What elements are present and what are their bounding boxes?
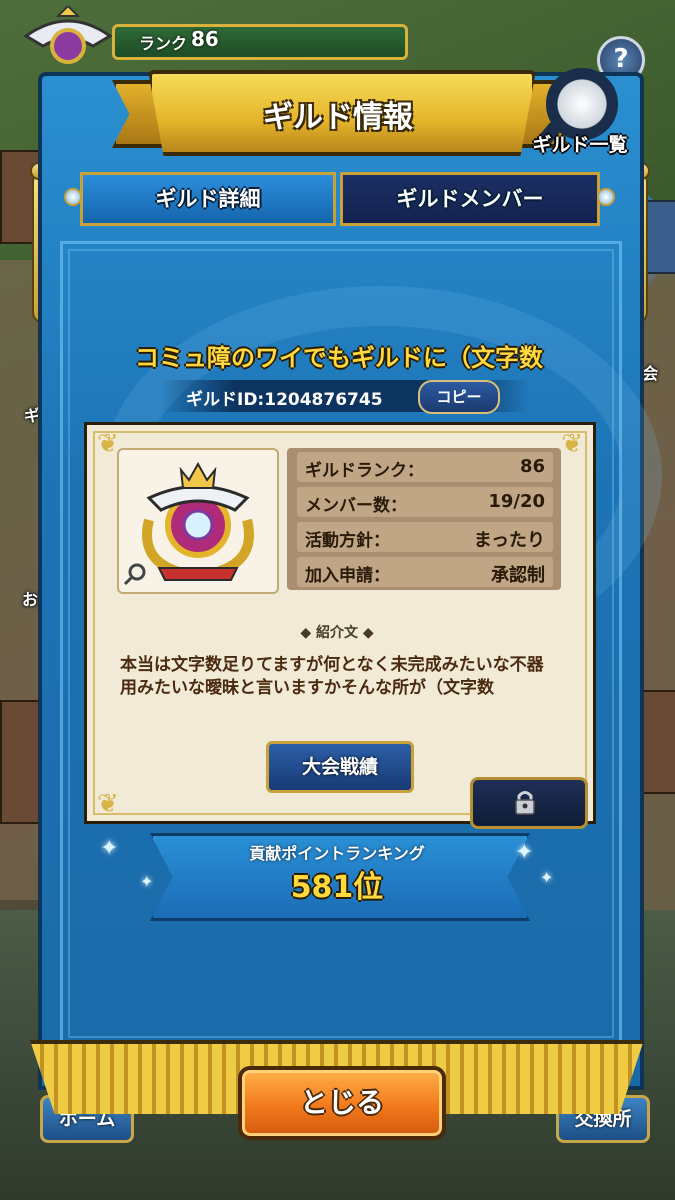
zoom-icon	[128, 563, 146, 581]
intro-text: 本当は文字数足りてますが何となく未完成みたいな不器用みたいな曖昧と言いますかそん…	[120, 655, 544, 698]
stat-label-rank: ギルドランク：	[305, 461, 424, 481]
stat-value-policy: まったり	[473, 530, 545, 551]
player-emblem-icon[interactable]	[18, 4, 118, 76]
sparkle-icon: ✦	[515, 840, 534, 865]
intro-heading: ◆ 紹介文 ◆	[300, 625, 374, 641]
stat-value-members: 19/20	[488, 491, 545, 512]
tab-guild-members[interactable]: ギルドメンバー	[340, 172, 600, 226]
sparkle-icon: ✦	[100, 836, 119, 861]
stat-value-application: 承認制	[491, 565, 545, 586]
locked-button[interactable]	[470, 777, 588, 829]
chevron-right-icon: ◆	[362, 625, 374, 641]
rank-value: 86	[191, 27, 219, 51]
rank-label: ランク	[139, 34, 188, 53]
guild-name: コミュ障のワイでもギルドに（文字数	[135, 344, 543, 372]
guild-emblem-icon	[123, 461, 254, 586]
sparkle-icon: ✦	[140, 872, 154, 891]
tab-guild-details[interactable]: ギルド詳細	[80, 172, 336, 226]
close-button[interactable]: とじる	[238, 1066, 446, 1140]
ornament-icon: ❦	[97, 789, 119, 819]
stat-label-members: メンバー数：	[305, 496, 407, 516]
guild-id: ギルドID:1204876745	[186, 390, 383, 410]
ornament-icon: ❦	[561, 429, 583, 459]
sparkle-icon: ✦	[540, 868, 554, 887]
lock-icon	[515, 791, 535, 815]
dialog-title: ギルド情報	[263, 100, 413, 135]
guild-emblem[interactable]	[117, 448, 279, 594]
copy-id-button[interactable]: コピー	[418, 380, 500, 414]
stat-label-policy: 活動方針：	[305, 531, 390, 551]
stat-label-application: 加入申請：	[305, 566, 390, 586]
ornament-icon: ❦	[97, 429, 119, 459]
ranking-value: 581位	[290, 870, 384, 905]
chevron-left-icon: ◆	[300, 625, 316, 641]
guild-list-label[interactable]: ギルド一覧	[524, 130, 636, 157]
player-rank-bar: ランク 86	[112, 24, 408, 60]
stat-value-rank: 86	[519, 456, 545, 477]
ranking-label: 貢献ポイントランキング	[249, 844, 425, 863]
tournament-record-button[interactable]: 大会戦績	[266, 741, 414, 793]
